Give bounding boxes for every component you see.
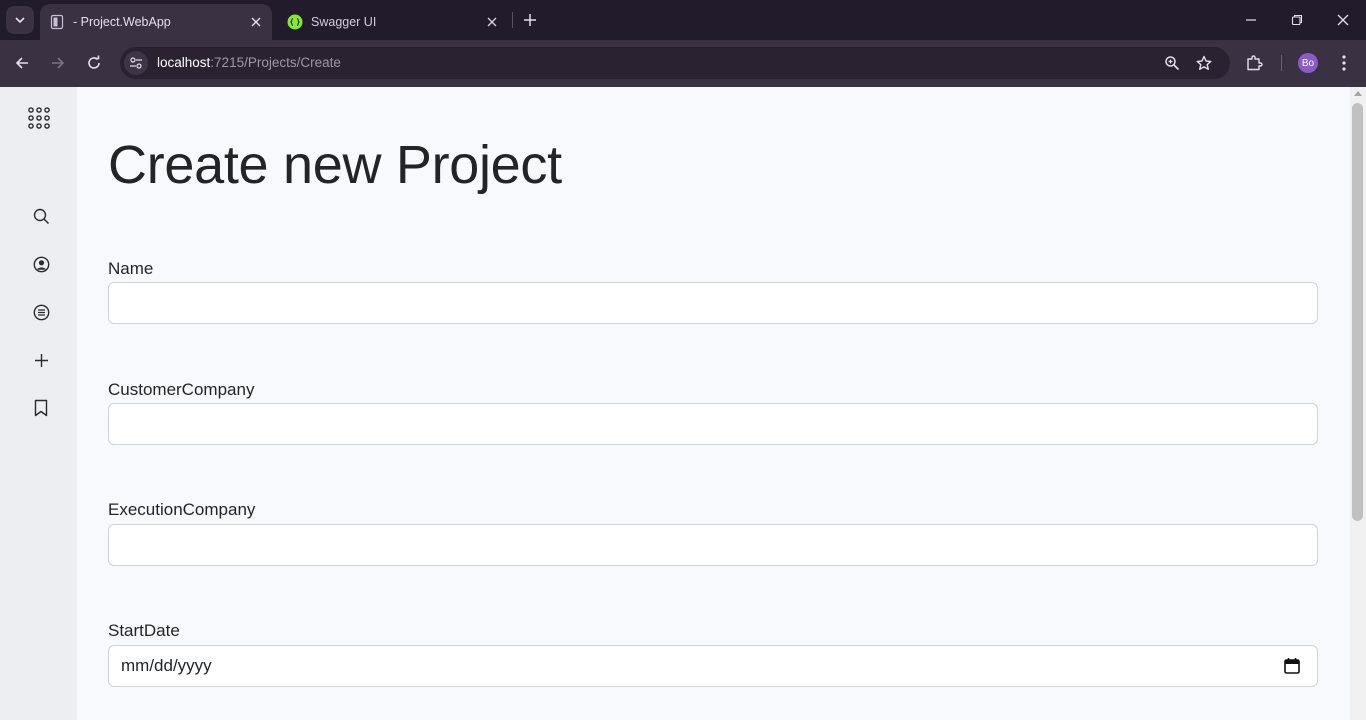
scroll-up-arrow[interactable] xyxy=(1354,91,1362,96)
arrow-right-icon xyxy=(52,57,65,69)
scrollbar-thumb[interactable] xyxy=(1352,103,1363,521)
forward-button[interactable] xyxy=(44,49,72,77)
sidebar-list-button[interactable] xyxy=(26,297,56,327)
minimize-button[interactable] xyxy=(1228,0,1274,40)
close-icon xyxy=(251,17,261,27)
sidebar-search-button[interactable] xyxy=(26,201,56,231)
star-icon xyxy=(1196,55,1212,70)
page-title: Create new Project xyxy=(108,135,562,195)
name-label: Name xyxy=(108,259,154,278)
url-text: localhost:7215/Projects/Create xyxy=(157,55,341,70)
tab-title: Swagger UI xyxy=(311,15,377,29)
sidebar-bookmark-button[interactable] xyxy=(26,393,56,423)
app-sidebar xyxy=(0,87,77,720)
tune-icon xyxy=(130,57,142,69)
restore-button[interactable] xyxy=(1274,0,1320,40)
execution-company-input[interactable] xyxy=(108,524,1318,566)
url-host: localhost xyxy=(157,55,211,70)
browser-menu-button[interactable] xyxy=(1330,49,1358,77)
browser-toolbar: localhost:7215/Projects/Create Bo xyxy=(0,40,1366,87)
customer-company-label: CustomerCompany xyxy=(108,380,255,399)
close-icon xyxy=(1337,14,1349,26)
start-date-label: StartDate xyxy=(108,621,180,640)
restore-icon xyxy=(1291,14,1303,26)
account-icon xyxy=(33,256,49,272)
tab-divider xyxy=(512,12,513,28)
document-icon xyxy=(50,14,64,30)
toolbar-divider xyxy=(1281,55,1282,71)
apps-menu-button[interactable] xyxy=(24,103,54,133)
close-tab-button[interactable] xyxy=(482,12,502,32)
bookmark-icon xyxy=(34,399,48,417)
tab-search-button[interactable] xyxy=(6,6,34,34)
puzzle-icon xyxy=(1247,55,1263,71)
profile-avatar[interactable]: Bo xyxy=(1298,53,1318,73)
extensions-button[interactable] xyxy=(1240,49,1268,77)
swagger-icon xyxy=(287,14,303,30)
close-tab-button[interactable] xyxy=(246,12,266,32)
address-bar[interactable]: localhost:7215/Projects/Create xyxy=(120,47,1230,79)
tab-swagger-ui[interactable]: Swagger UI xyxy=(278,4,508,40)
tab-title: - Project.WebApp xyxy=(73,15,171,29)
reload-icon xyxy=(88,55,100,69)
plus-icon xyxy=(34,353,48,367)
sidebar-create-button[interactable] xyxy=(26,345,56,375)
bookmark-star-button[interactable] xyxy=(1192,51,1216,75)
zoom-icon xyxy=(1165,56,1180,71)
chevron-down-icon xyxy=(15,17,25,24)
reload-button[interactable] xyxy=(80,49,108,77)
minimize-icon xyxy=(1246,19,1256,21)
execution-company-label: ExecutionCompany xyxy=(108,500,256,519)
zoom-button[interactable] xyxy=(1160,51,1184,75)
main-content: Create new Project Name CustomerCompany … xyxy=(77,87,1350,720)
name-input[interactable] xyxy=(108,282,1318,324)
url-path: :7215/Projects/Create xyxy=(210,55,341,70)
calendar-icon[interactable] xyxy=(1283,657,1301,675)
close-window-button[interactable] xyxy=(1320,0,1366,40)
search-icon xyxy=(33,208,49,224)
tab-project-webapp[interactable]: - Project.WebApp xyxy=(40,4,272,40)
site-info-button[interactable] xyxy=(124,51,148,75)
start-date-placeholder: mm/dd/yyyy xyxy=(121,656,212,675)
back-button[interactable] xyxy=(8,49,36,77)
list-icon xyxy=(33,304,49,320)
close-icon xyxy=(487,17,497,27)
page-scrollbar[interactable] xyxy=(1350,87,1366,720)
sidebar-account-button[interactable] xyxy=(26,249,56,279)
new-tab-button[interactable] xyxy=(518,8,542,32)
plus-icon xyxy=(524,14,536,26)
arrow-left-icon xyxy=(15,57,28,69)
apps-grid-icon xyxy=(28,107,50,129)
customer-company-input[interactable] xyxy=(108,403,1318,445)
tab-strip: - Project.WebApp Swagger UI xyxy=(0,0,1366,40)
more-vertical-icon xyxy=(1342,55,1346,71)
start-date-input[interactable]: mm/dd/yyyy xyxy=(108,645,1318,687)
